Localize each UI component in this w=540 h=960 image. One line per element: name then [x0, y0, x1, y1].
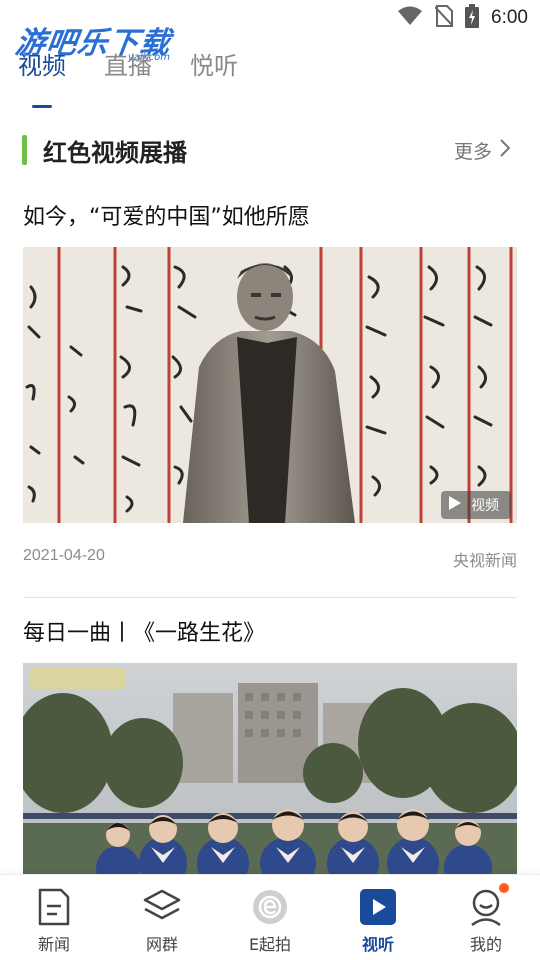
layers-icon: [142, 887, 182, 927]
article-title[interactable]: 每日一曲丨《一路生花》: [23, 619, 517, 649]
article-thumbnail[interactable]: 视频: [23, 247, 517, 523]
article-thumbnail[interactable]: [23, 663, 517, 883]
nav-profile[interactable]: 我的: [441, 883, 531, 955]
section-header: 红色视频展播 更多: [22, 130, 518, 170]
chevron-right-icon: [500, 138, 511, 162]
bottom-nav: 新闻 网群 E起拍 视听 我的: [0, 874, 540, 960]
nav-groups-label: 网群: [145, 935, 178, 954]
nav-media[interactable]: 视听: [333, 887, 423, 955]
article-title[interactable]: 如今，“可爱的中国”如他所愿: [23, 203, 517, 233]
nav-e-camera-label: E起拍: [248, 935, 292, 954]
section-title: 红色视频展播: [43, 138, 187, 167]
article-card[interactable]: 每日一曲丨《一路生花》: [23, 619, 517, 883]
wifi-icon: [397, 6, 423, 30]
no-sim-icon: [434, 5, 454, 31]
article-card[interactable]: 如今，“可爱的中国”如他所愿 视频 2021-04-20 央视新闻: [23, 203, 517, 598]
section-title-wrap: 红色视频展播: [22, 133, 187, 168]
play-icon: [449, 496, 461, 514]
e-camera-icon: [250, 887, 290, 927]
battery-charging-icon: [465, 4, 480, 32]
status-bar: 游吧乐下载 yalkcom 6:00: [0, 0, 540, 63]
nav-news[interactable]: 新闻: [9, 887, 99, 955]
tab-video-label: 视频: [18, 52, 66, 80]
more-label: 更多: [453, 140, 492, 163]
tab-active-indicator: [32, 105, 52, 108]
notification-dot: [499, 883, 509, 893]
nav-media-label: 视听: [361, 935, 394, 954]
article-date: 2021-04-20: [23, 547, 105, 564]
video-badge-label: 视频: [471, 498, 499, 514]
more-link[interactable]: 更多: [454, 137, 518, 164]
article-source: 央视新闻: [452, 553, 517, 570]
tab-audio[interactable]: 悦听: [190, 50, 238, 96]
tab-live-label: 直播: [104, 52, 152, 80]
play-video-icon: [358, 887, 398, 927]
article-meta: 2021-04-20 央视新闻: [23, 547, 517, 571]
video-badge: 视频: [441, 491, 511, 519]
nav-profile-label: 我的: [469, 935, 502, 954]
profile-icon: [466, 887, 506, 927]
tab-audio-label: 悦听: [190, 52, 238, 80]
nav-e-camera[interactable]: E起拍: [225, 887, 315, 955]
historical-portrait-image: [23, 247, 517, 523]
status-icons: 6:00: [397, 4, 528, 32]
top-tabs: 视频 直播 悦听: [18, 50, 238, 108]
children-running-image: [23, 663, 517, 883]
news-icon: [34, 887, 74, 927]
divider: [23, 597, 517, 598]
section-accent-bar: [22, 135, 27, 165]
nav-groups[interactable]: 网群: [117, 887, 207, 955]
tab-live[interactable]: 直播: [104, 50, 152, 96]
nav-news-label: 新闻: [37, 935, 70, 954]
status-time: 6:00: [491, 7, 528, 28]
tab-video[interactable]: 视频: [18, 50, 66, 108]
